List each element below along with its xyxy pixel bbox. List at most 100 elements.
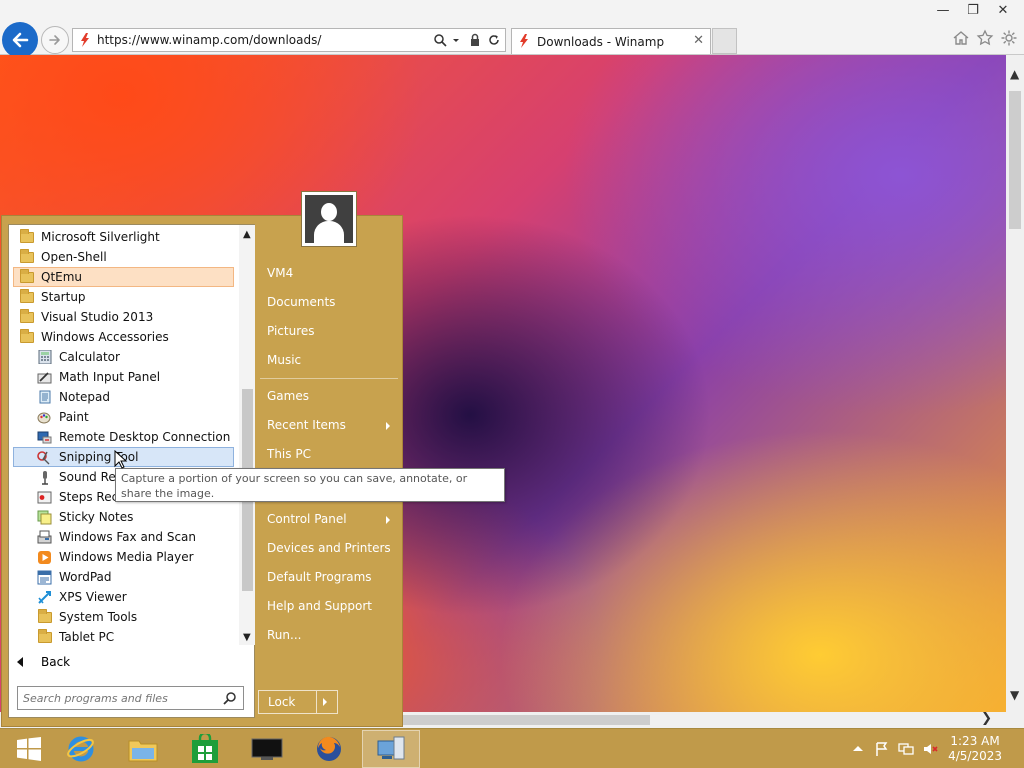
search-icon[interactable] bbox=[433, 32, 447, 48]
start-link-this-pc[interactable]: This PC bbox=[267, 447, 397, 461]
settings-gear-icon[interactable] bbox=[1000, 29, 1018, 47]
lock-icon[interactable] bbox=[469, 32, 483, 48]
programs-scrollbar[interactable]: ▲ ▼ bbox=[239, 225, 255, 645]
start-link-control-panel[interactable]: Control Panel bbox=[267, 512, 397, 526]
start-link-label: Run... bbox=[267, 628, 302, 642]
microphone-icon bbox=[37, 470, 52, 485]
scroll-down-icon[interactable]: ▼ bbox=[1010, 688, 1019, 702]
program-item[interactable]: Math Input Panel bbox=[14, 367, 235, 387]
start-link-music[interactable]: Music bbox=[267, 353, 397, 367]
program-label: Windows Fax and Scan bbox=[59, 530, 197, 544]
programs-scroll-up-icon[interactable]: ▲ bbox=[243, 229, 251, 240]
search-programs-box[interactable] bbox=[17, 686, 244, 710]
lock-options-arrow-icon[interactable] bbox=[323, 698, 327, 706]
wordpad-icon bbox=[37, 570, 52, 585]
page-vertical-scrollbar[interactable]: ▲ ▼ bbox=[1006, 55, 1024, 712]
show-hidden-icons-icon[interactable] bbox=[850, 741, 866, 757]
taskbar-firefox[interactable] bbox=[300, 730, 358, 768]
forward-button[interactable] bbox=[41, 26, 69, 54]
program-item[interactable]: XPS Viewer bbox=[14, 587, 235, 607]
minimize-button[interactable]: — bbox=[928, 0, 958, 20]
taskbar-media-player[interactable] bbox=[238, 730, 296, 768]
clock[interactable]: 1:23 AM 4/5/2023 bbox=[948, 734, 1002, 764]
program-item[interactable]: Calculator bbox=[14, 347, 235, 367]
lock-label[interactable]: Lock bbox=[268, 695, 295, 709]
network-icon[interactable] bbox=[898, 741, 914, 757]
tab-close-icon[interactable]: ✕ bbox=[693, 33, 704, 48]
program-label: Remote Desktop Connection bbox=[59, 430, 231, 444]
start-link-devices-and-printers[interactable]: Devices and Printers bbox=[267, 541, 397, 555]
favorites-star-icon[interactable] bbox=[976, 29, 994, 47]
taskbar-file-explorer[interactable] bbox=[114, 730, 172, 768]
action-center-flag-icon[interactable] bbox=[874, 741, 890, 757]
search-programs-input[interactable] bbox=[23, 688, 218, 708]
new-tab-button[interactable] bbox=[712, 28, 737, 54]
program-label: Paint bbox=[59, 410, 89, 424]
user-avatar[interactable] bbox=[301, 191, 357, 247]
remote-desktop-icon bbox=[37, 430, 52, 445]
folder-icon bbox=[19, 328, 34, 345]
program-item[interactable]: QtEmu bbox=[13, 267, 234, 287]
program-item[interactable]: Remote Desktop Connection bbox=[14, 427, 235, 447]
start-link-label: Games bbox=[267, 389, 309, 403]
program-label: Calculator bbox=[59, 350, 120, 364]
start-link-run[interactable]: Run... bbox=[267, 628, 397, 642]
program-label: System Tools bbox=[59, 610, 138, 624]
programs-list: Microsoft Silverlight Open-Shell QtEmu Star… bbox=[9, 225, 238, 645]
programs-scroll-down-icon[interactable]: ▼ bbox=[243, 632, 251, 643]
hscroll-thumb[interactable] bbox=[400, 715, 650, 725]
program-item[interactable]: Sticky Notes bbox=[14, 507, 235, 527]
scroll-thumb[interactable] bbox=[1009, 91, 1021, 229]
program-item[interactable]: Windows Media Player bbox=[14, 547, 235, 567]
start-button[interactable] bbox=[0, 730, 58, 768]
start-link-vm4[interactable]: VM4 bbox=[267, 266, 397, 280]
search-icon[interactable] bbox=[223, 691, 237, 705]
program-item[interactable]: System Tools bbox=[14, 607, 235, 627]
scroll-right-icon[interactable]: ❯ bbox=[981, 711, 992, 726]
start-link-help-and-support[interactable]: Help and Support bbox=[267, 599, 397, 613]
home-icon[interactable] bbox=[952, 29, 970, 47]
program-item[interactable]: Open-Shell bbox=[14, 247, 235, 267]
start-link-label: Pictures bbox=[267, 324, 315, 338]
mouse-cursor-icon bbox=[114, 450, 128, 469]
notepad-icon bbox=[37, 390, 52, 405]
close-window-button[interactable]: ✕ bbox=[988, 0, 1018, 20]
taskbar-internet-explorer[interactable] bbox=[52, 730, 110, 768]
program-item[interactable]: Tablet PC bbox=[14, 627, 235, 645]
program-item[interactable]: Microsoft Silverlight bbox=[14, 227, 235, 247]
back-button[interactable] bbox=[2, 22, 38, 58]
address-url[interactable]: https://www.winamp.com/downloads/ bbox=[97, 33, 321, 47]
calculator-icon bbox=[37, 350, 52, 365]
browser-tab[interactable]: Downloads - Winamp ✕ bbox=[511, 28, 711, 54]
restore-button[interactable]: ❐ bbox=[958, 0, 988, 20]
program-item[interactable]: Windows Accessories bbox=[14, 327, 235, 347]
program-item[interactable]: Notepad bbox=[14, 387, 235, 407]
start-link-documents[interactable]: Documents bbox=[267, 295, 397, 309]
program-item[interactable]: Startup bbox=[14, 287, 235, 307]
start-link-label: Help and Support bbox=[267, 599, 372, 613]
refresh-icon[interactable] bbox=[487, 32, 501, 48]
clock-time: 1:23 AM bbox=[950, 734, 1000, 748]
program-item[interactable]: Paint bbox=[14, 407, 235, 427]
scroll-up-icon[interactable]: ▲ bbox=[1010, 67, 1019, 81]
start-link-games[interactable]: Games bbox=[267, 389, 397, 403]
program-item[interactable]: Windows Fax and Scan bbox=[14, 527, 235, 547]
back-button[interactable]: Back bbox=[17, 655, 70, 669]
program-item[interactable]: Visual Studio 2013 bbox=[14, 307, 235, 327]
taskbar-store[interactable] bbox=[176, 730, 234, 768]
start-link-recent-items[interactable]: Recent Items bbox=[267, 418, 397, 432]
math-input-icon bbox=[37, 370, 52, 385]
address-bar[interactable]: https://www.winamp.com/downloads/ bbox=[72, 28, 506, 52]
program-label: Open-Shell bbox=[41, 250, 107, 264]
folder-icon bbox=[37, 608, 52, 625]
start-link-default-programs[interactable]: Default Programs bbox=[267, 570, 397, 584]
folder-icon bbox=[19, 288, 34, 305]
start-link-pictures[interactable]: Pictures bbox=[267, 324, 397, 338]
dropdown-chevron-icon[interactable] bbox=[451, 32, 465, 48]
start-link-label: Devices and Printers bbox=[267, 541, 391, 555]
back-label: Back bbox=[41, 655, 71, 669]
volume-muted-icon[interactable] bbox=[922, 741, 938, 757]
lock-button[interactable]: Lock bbox=[258, 690, 338, 714]
taskbar-network-app[interactable] bbox=[362, 730, 420, 768]
program-item[interactable]: WordPad bbox=[14, 567, 235, 587]
